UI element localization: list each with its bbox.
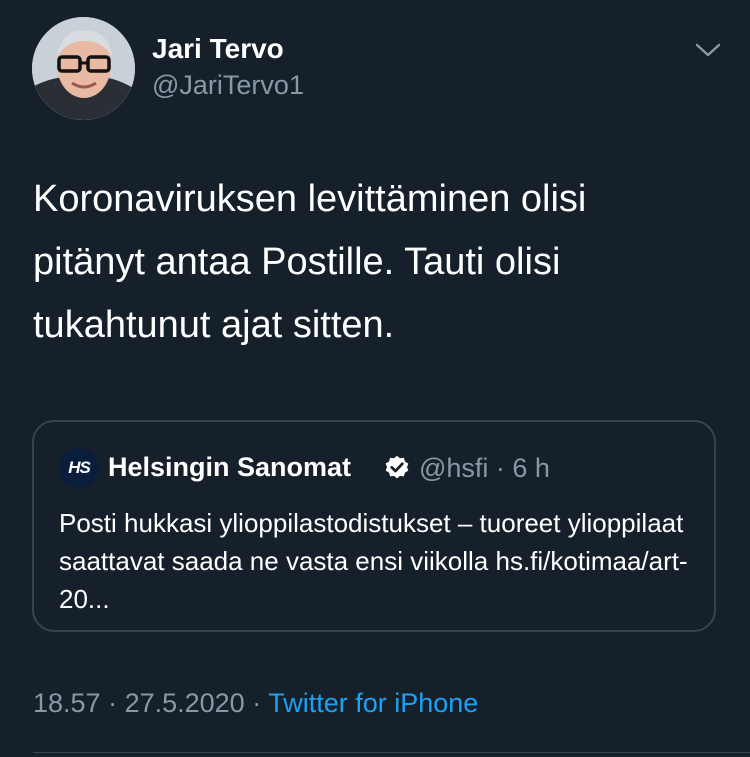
tweet-source-link[interactable]: Twitter for iPhone [268,688,478,718]
tweet-date[interactable]: 27.5.2020 [125,688,245,718]
divider [33,752,750,753]
tweet-text: Koronaviruksen levittäminen olisi pitäny… [33,178,587,346]
chevron-down-icon[interactable] [692,38,724,62]
hs-logo: HS [59,448,99,488]
avatar[interactable] [32,17,135,120]
meta-separator: · [244,688,269,718]
author-display-name[interactable]: Jari Tervo [152,33,284,65]
tweet-meta: 18.57 · 27.5.2020 · Twitter for iPhone [33,688,478,719]
quoted-tweet-text: Posti hukkasi ylioppilastodistukset – tu… [59,508,688,614]
author-handle[interactable]: @JariTervo1 [152,70,304,101]
verified-badge-icon [385,455,409,479]
meta-separator: · [100,688,125,718]
quoted-display-name: Helsingin Sanomat [108,452,352,482]
quoted-handle-time: @hsfi · 6 h [419,453,550,483]
avatar-image [32,17,135,120]
tweet-time[interactable]: 18.57 [33,688,101,718]
tweet: Jari Tervo @JariTervo1 Koronaviruksen le… [0,0,750,757]
quoted-tweet-card[interactable]: HS Helsingin Sanomat @hsfi · 6 h Posti h… [32,420,716,632]
